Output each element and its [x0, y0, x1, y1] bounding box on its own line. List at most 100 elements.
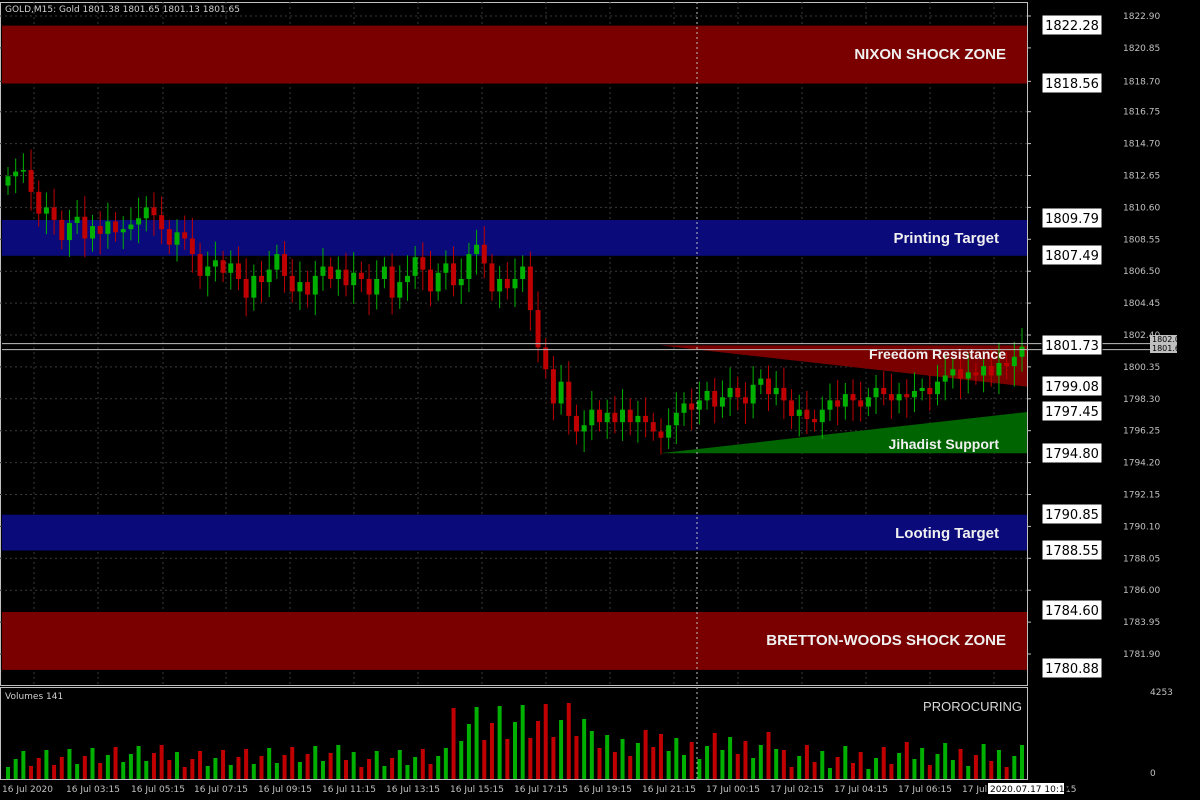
time-axis: 16 Jul 2020 16 Jul 03:15 16 Jul 05:15 16 Ju…: [2, 785, 1076, 795]
candle-body: [251, 275, 257, 298]
candle-body: [635, 415, 641, 423]
candle-body: [136, 218, 142, 225]
price-tick-label: 1781.90: [1123, 650, 1160, 660]
volume-bar: [559, 720, 564, 779]
candle-body: [451, 263, 457, 286]
price-tick-label: 1798.30: [1123, 395, 1160, 405]
volume-bar: [228, 765, 233, 779]
volume-bar: [413, 757, 418, 779]
volume-label: Volumes 141: [5, 692, 63, 702]
candle-body: [220, 260, 226, 273]
volume-bar: [405, 765, 410, 779]
level-box-1822: 1822.28: [1045, 19, 1099, 34]
candle-body: [143, 207, 149, 219]
volume-bar: [213, 758, 218, 779]
candle-body: [612, 412, 618, 423]
volume-bar: [781, 750, 786, 779]
candle-body: [166, 229, 172, 245]
candle-body: [335, 269, 341, 279]
time-tick-label: 17 Jul: [962, 785, 987, 795]
volume-bar: [543, 704, 548, 779]
volume-bar: [682, 755, 686, 779]
volume-bar: [820, 751, 825, 779]
volume-bar: [766, 732, 771, 779]
volume-bar: [658, 734, 663, 779]
candle-body: [673, 412, 679, 426]
volume-bar: [912, 759, 917, 779]
candle-body: [766, 378, 771, 395]
candle-body: [312, 275, 318, 295]
candle-body: [43, 207, 49, 214]
trading-chart[interactable]: GOLD,M15: Gold 1801.38 1801.65 1801.13 1…: [0, 0, 1200, 800]
candle-body: [428, 269, 433, 292]
candle-body: [520, 266, 526, 279]
volume-bar: [743, 741, 748, 779]
bid-price-box: 1801.65: [1152, 344, 1185, 353]
volume-bar: [1020, 745, 1024, 779]
level-box-1794: 1794.80: [1045, 447, 1099, 462]
candle-body: [835, 400, 841, 407]
volume-bar: [105, 755, 110, 779]
volume-bar: [151, 753, 156, 779]
candle-body: [581, 425, 587, 432]
candle-body: [658, 431, 664, 438]
price-tick-label: 1822.90: [1123, 12, 1160, 22]
volume-bar: [336, 745, 341, 779]
volume-bar: [113, 747, 118, 779]
volume-bar: [236, 757, 241, 779]
volume-bar: [943, 743, 948, 779]
candle-body: [212, 260, 218, 267]
volume-bar: [505, 739, 510, 779]
volume-bar: [536, 721, 541, 779]
volume-bar: [274, 763, 279, 779]
volume-bar: [466, 724, 471, 779]
volume-bar: [728, 737, 733, 779]
volume-bar: [244, 749, 249, 779]
price-tick-label: 1786.00: [1123, 586, 1160, 596]
volume-bar: [981, 744, 986, 779]
time-tick-label: 16 Jul 11:15: [322, 785, 376, 795]
volume-bar: [374, 751, 379, 779]
volume-bar: [182, 767, 187, 779]
candle-body: [666, 425, 672, 438]
candle-body: [197, 254, 203, 276]
volume-bar: [904, 742, 909, 779]
candle-body: [988, 366, 994, 376]
volume-bar: [297, 762, 302, 779]
zone-label-bretton: BRETTON-WOODS SHOCK ZONE: [766, 632, 1006, 649]
candle-body: [597, 409, 602, 423]
volume-bar: [589, 731, 594, 779]
candle-body: [719, 397, 725, 407]
volume-bar: [528, 738, 533, 779]
candle-body: [704, 391, 710, 401]
level-box-1809: 1809.79: [1045, 212, 1099, 227]
volume-bar: [98, 763, 103, 779]
volume-bar: [927, 765, 932, 779]
volume-bar: [474, 707, 479, 779]
volume-bar: [920, 748, 925, 779]
price-tick-label: 1790.10: [1123, 522, 1160, 532]
candle-body: [435, 272, 441, 292]
volume-bar: [205, 766, 210, 779]
volume-bar: [59, 757, 64, 779]
volume-bar: [827, 768, 832, 779]
volume-bars: [6, 703, 1024, 779]
level-box-1790: 1790.85: [1045, 508, 1099, 523]
volume-bar: [989, 761, 994, 779]
candle-body: [90, 226, 95, 239]
candle-body: [842, 394, 848, 407]
volume-bar: [328, 753, 333, 779]
volume-bar: [290, 747, 295, 779]
candle-body: [205, 266, 211, 276]
volume-bar: [889, 764, 894, 779]
ask-price-box: 1802.04: [1152, 335, 1185, 344]
volume-bar: [259, 756, 264, 779]
volume-bar: [973, 755, 978, 779]
volume-bar: [344, 760, 348, 779]
candle-body: [789, 400, 795, 416]
candle-body: [935, 381, 940, 395]
level-box-1807: 1807.49: [1045, 249, 1099, 264]
candle-body: [812, 419, 818, 423]
candle-body: [328, 266, 334, 279]
volume-bar: [605, 735, 610, 779]
